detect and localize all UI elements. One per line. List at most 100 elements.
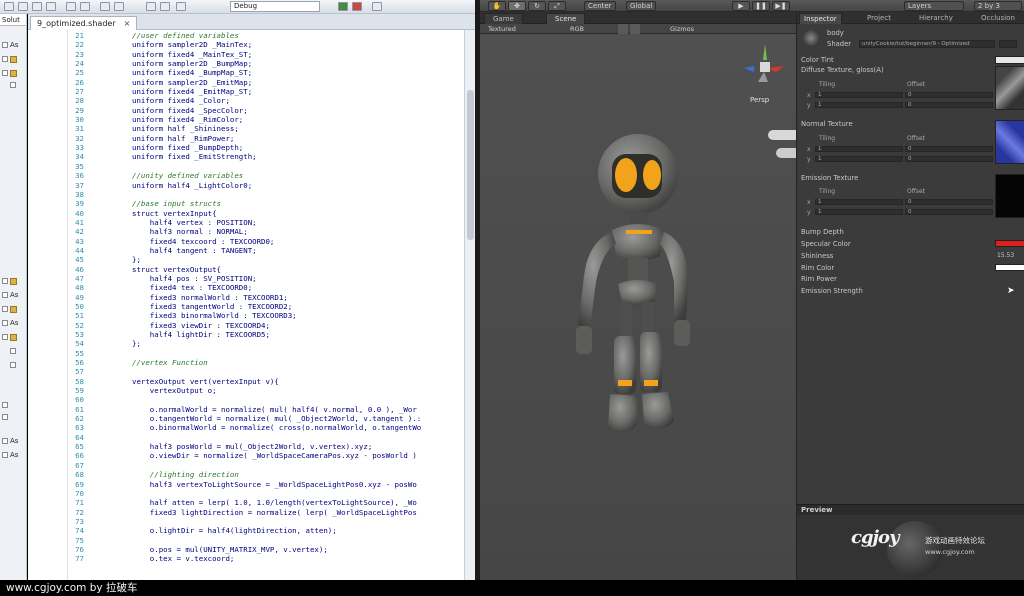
code-line[interactable]: 46 struct vertexOutput{ [28, 265, 464, 274]
tab-game[interactable]: Game [484, 13, 523, 24]
tree-item[interactable] [2, 332, 18, 342]
move-tool-icon[interactable]: ✥ [508, 1, 526, 11]
specular-color-swatch[interactable] [995, 240, 1024, 247]
expand-icon[interactable] [2, 278, 8, 284]
expand-icon[interactable] [2, 70, 8, 76]
tree-item[interactable] [10, 80, 18, 90]
emission-offset-x[interactable]: 0 [905, 199, 993, 205]
diffuse-tiling-x[interactable]: 1 [815, 92, 903, 98]
code-line[interactable]: 41 half4 vertex : POSITION; [28, 218, 464, 227]
code-line[interactable]: 65 half3 posWorld = mul(_Object2World, v… [28, 442, 464, 451]
code-line[interactable]: 27 uniform fixed4 _EmitMap_ST; [28, 87, 464, 96]
code-line[interactable]: 28 uniform fixed4 _Color; [28, 96, 464, 105]
code-line[interactable]: 64 [28, 433, 464, 442]
tree-item[interactable] [2, 68, 18, 78]
code-line[interactable]: 29 uniform fixed4 _SpecColor; [28, 106, 464, 115]
code-line[interactable]: 24 uniform sampler2D _BumpMap; [28, 59, 464, 68]
tab-inspector[interactable]: Inspector [799, 13, 842, 24]
robot-model[interactable] [560, 126, 710, 451]
new-file-icon[interactable] [4, 2, 14, 11]
code-line[interactable]: 74 o.lightDir = half4(lightDirection, at… [28, 526, 464, 535]
code-line[interactable]: 61 o.normalWorld = normalize( mul( half4… [28, 405, 464, 414]
tree-item[interactable]: As [2, 40, 18, 50]
tab-hierarchy[interactable]: Hierarchy [915, 13, 957, 24]
expand-icon[interactable] [2, 402, 8, 408]
collapse-icon[interactable] [2, 42, 8, 48]
shader-dropdown[interactable]: unityCookie/tut/beginner/9 - Optimized [859, 40, 995, 48]
code-line[interactable]: 57 [28, 367, 464, 376]
copy-icon[interactable] [114, 2, 124, 11]
start-debug-icon[interactable] [338, 2, 348, 11]
code-line[interactable]: 54}; [28, 339, 464, 348]
tab-project[interactable]: Project [863, 13, 895, 24]
tree-item[interactable] [2, 276, 18, 286]
tree-item[interactable]: As [2, 318, 18, 328]
code-line[interactable]: 62 o.tangentWorld = normalize( mul( _Obj… [28, 414, 464, 423]
code-line[interactable]: 33 uniform fixed _BumpDepth; [28, 143, 464, 152]
step-icon[interactable] [372, 2, 382, 11]
code-line[interactable]: 67 [28, 461, 464, 470]
layout-dropdown[interactable]: 2 by 3 [974, 1, 1022, 11]
color-tint-swatch[interactable] [995, 56, 1024, 64]
save-all-icon[interactable] [46, 2, 56, 11]
collapse-icon[interactable] [2, 292, 8, 298]
expand-icon[interactable] [2, 56, 8, 62]
redo-icon[interactable] [80, 2, 90, 11]
tree-item[interactable] [2, 54, 18, 64]
code-line[interactable]: 36 //unity defined variables [28, 171, 464, 180]
debug-config-select[interactable]: Debug [230, 1, 320, 12]
code-line[interactable]: 69 half3 vertexToLightSource = _WorldSpa… [28, 480, 464, 489]
code-line[interactable]: 72 fixed3 lightDirection = normalize( le… [28, 508, 464, 517]
code-line[interactable]: 63 o.binormalWorld = normalize( cross(o.… [28, 423, 464, 432]
expand-icon[interactable] [10, 82, 16, 88]
code-line[interactable]: 31 uniform half _Shininess; [28, 124, 464, 133]
expand-icon[interactable] [2, 414, 8, 420]
code-line[interactable]: 30 uniform fixed4 _RimColor; [28, 115, 464, 124]
scene-gizmo-icon[interactable] [736, 42, 786, 90]
code-line[interactable]: 75 [28, 536, 464, 545]
preview-header[interactable]: Preview [797, 504, 1024, 515]
pause-icon[interactable]: ❚❚ [752, 1, 770, 11]
tab-scene[interactable]: Scene [546, 13, 586, 24]
expand-icon[interactable] [2, 306, 8, 312]
code-line[interactable]: 70 [28, 489, 464, 498]
tree-item[interactable] [2, 412, 10, 422]
stop-debug-icon[interactable] [352, 2, 362, 11]
code-line[interactable]: 34 uniform fixed _EmitStrength; [28, 152, 464, 161]
code-line[interactable]: 71 half atten = lerp( 1.0, 1.0/length(ve… [28, 498, 464, 507]
build-icon[interactable] [176, 2, 186, 11]
code-line[interactable]: 73 [28, 517, 464, 526]
pivot-center-button[interactable]: Center [584, 1, 616, 11]
code-line[interactable]: 51 fixed3 binormalWorld : TEXCOORD3; [28, 311, 464, 320]
diffuse-offset-x[interactable]: 0 [905, 92, 993, 98]
fx-toggle-icon[interactable] [630, 24, 640, 34]
scale-tool-icon[interactable]: ⤢ [548, 1, 566, 11]
normal-tiling-x[interactable]: 1 [815, 146, 903, 152]
code-line[interactable]: 26 uniform sampler2D _EmitMap; [28, 78, 464, 87]
find-icon[interactable] [160, 2, 170, 11]
code-editor[interactable]: 21 //user defined variables 22 uniform samp… [28, 30, 464, 580]
solution-explorer-tab[interactable]: Solut [0, 14, 26, 26]
tree-item[interactable] [2, 400, 10, 410]
search-icon[interactable] [146, 2, 156, 11]
tree-item[interactable] [10, 346, 18, 356]
scene-viewport[interactable]: Persp [480, 34, 796, 580]
tab-shader-file[interactable]: 9_optimized.shader × [30, 16, 138, 30]
tree-item[interactable]: As [2, 450, 18, 460]
open-folder-icon[interactable] [18, 2, 28, 11]
perspective-label[interactable]: Persp [750, 96, 769, 104]
diffuse-offset-y[interactable]: 0 [905, 102, 993, 108]
code-line[interactable]: 68 //lighting direction [28, 470, 464, 479]
tree-item[interactable] [10, 360, 18, 370]
normal-tiling-y[interactable]: 1 [815, 156, 903, 162]
code-line[interactable]: 66 o.viewDir = normalize( _WorldSpaceCam… [28, 451, 464, 460]
emission-tiling-x[interactable]: 1 [815, 199, 903, 205]
emission-texture-slot[interactable] [995, 174, 1024, 218]
code-line[interactable]: 37 uniform half4 _LightColor0; [28, 181, 464, 190]
code-line[interactable]: 45}; [28, 255, 464, 264]
close-icon[interactable]: × [124, 19, 131, 28]
view-handle-icon[interactable] [768, 130, 796, 140]
shading-mode-dropdown[interactable]: Textured [488, 24, 516, 34]
tab-occlusion[interactable]: Occlusion [977, 13, 1019, 24]
shininess-value[interactable]: 15.53 [997, 252, 1014, 260]
